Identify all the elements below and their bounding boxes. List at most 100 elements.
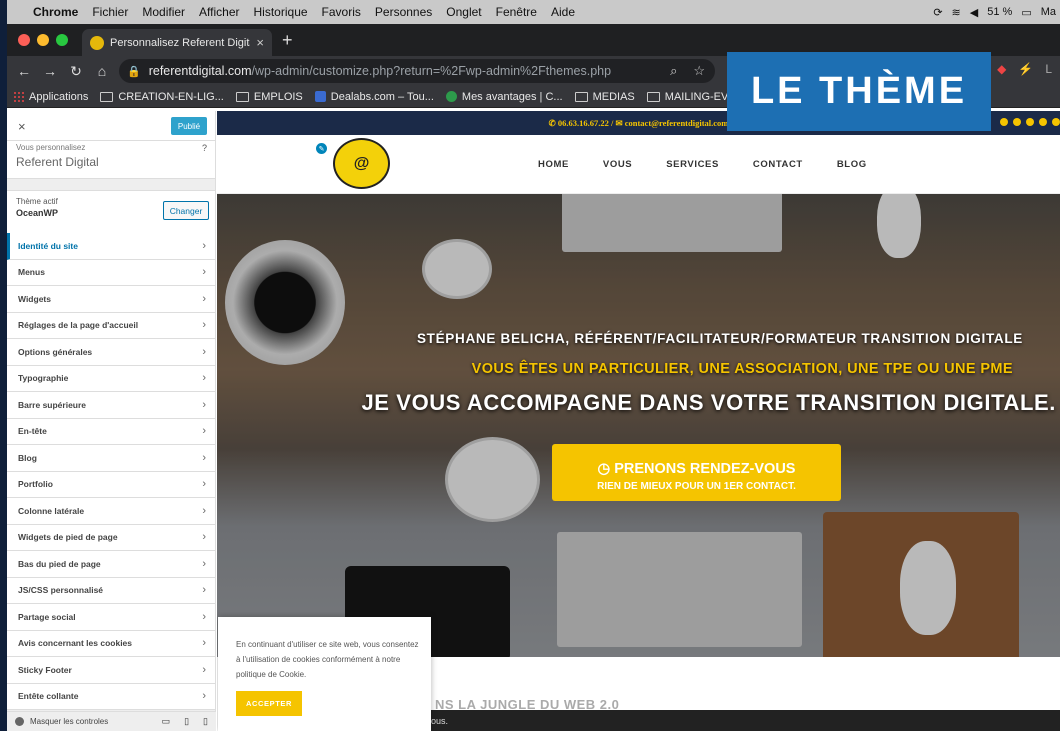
back-icon[interactable]: ← xyxy=(11,63,37,79)
menu-widgets[interactable]: Widgets › xyxy=(7,286,215,313)
desktop-preview-icon[interactable]: ▭ xyxy=(162,716,171,727)
volume-icon[interactable]: ◀ xyxy=(970,6,978,19)
nav-blog[interactable]: BLOG xyxy=(837,159,867,170)
linkedin-icon[interactable] xyxy=(1039,118,1047,126)
tab-close-icon[interactable]: × xyxy=(256,35,264,50)
menu-menus[interactable]: Menus › xyxy=(7,259,215,286)
chevron-right-icon: › xyxy=(202,345,206,358)
minimize-window-button[interactable] xyxy=(37,34,49,46)
forward-icon[interactable]: → xyxy=(37,63,63,79)
hero-title: STÉPHANE BELICHA, RÉFÉRENT/FACILITATEUR/… xyxy=(416,331,1023,346)
menu-fenetre[interactable]: Fenêtre xyxy=(496,5,537,19)
menu-onglet[interactable]: Onglet xyxy=(446,5,481,19)
bookmark-dealabs[interactable]: Dealabs.com – Tou... xyxy=(314,91,434,103)
edit-pencil-icon[interactable]: ✎ xyxy=(314,141,329,156)
social-icons xyxy=(1000,118,1060,126)
new-tab-button[interactable]: + xyxy=(282,30,293,51)
chevron-right-icon: › xyxy=(202,610,206,623)
menu-colonne-laterale[interactable]: Colonne latérale › xyxy=(7,498,215,525)
menu-js-css[interactable]: JS/CSS personnalisé › xyxy=(7,577,215,604)
help-icon[interactable]: ? xyxy=(202,143,207,153)
menu-en-tete[interactable]: En-tête › xyxy=(7,418,215,445)
menu-label: Blog xyxy=(18,452,37,463)
menu-barre-superieure[interactable]: Barre supérieure › xyxy=(7,392,215,419)
lock-icon[interactable]: 🔒 xyxy=(127,65,141,78)
bookmark-emplois[interactable]: EMPLOIS xyxy=(235,91,303,103)
menu-portfolio[interactable]: Portfolio › xyxy=(7,471,215,498)
extension-icon[interactable]: ◆ xyxy=(997,62,1006,76)
nav-vous[interactable]: VOUS xyxy=(603,159,632,170)
menu-modifier[interactable]: Modifier xyxy=(142,5,185,19)
clock[interactable]: Ma xyxy=(1041,6,1056,18)
menu-entete-collante[interactable]: Entête collante › xyxy=(7,683,215,710)
nav-services[interactable]: SERVICES xyxy=(666,159,719,170)
battery-label[interactable]: 51 % xyxy=(987,6,1012,18)
menu-label: Widgets de pied de page xyxy=(18,532,118,543)
cta-title: ◷ PRENONS RENDEZ-VOUS xyxy=(597,460,796,477)
menu-fichier[interactable]: Fichier xyxy=(92,5,128,19)
sync-icon[interactable]: ⟳ xyxy=(933,6,942,19)
menu-options-generales[interactable]: Options générales › xyxy=(7,339,215,366)
mobile-preview-icon[interactable]: ▯ xyxy=(203,716,208,727)
home-icon[interactable]: ⌂ xyxy=(89,63,115,79)
accept-cookies-button[interactable]: ACCEPTER xyxy=(236,691,302,716)
zoom-search-icon[interactable]: ⌕ xyxy=(670,63,677,79)
zoom-window-button[interactable] xyxy=(56,34,68,46)
browser-tab[interactable]: Personnalisez Referent Digital – × xyxy=(82,29,272,56)
bookmark-medias[interactable]: MEDIAS xyxy=(574,91,635,103)
menu-label: Avis concernant les cookies xyxy=(18,638,133,649)
customizer-footer: Masquer les controles ▭ ▯ ▯ xyxy=(7,711,216,731)
tab-title: Personnalisez Referent Digital – xyxy=(110,36,250,49)
bookmark-star-icon[interactable]: ☆ xyxy=(693,63,705,79)
menu-label: Typographie xyxy=(18,373,69,384)
site-logo[interactable]: @ xyxy=(333,138,390,189)
tablet-preview-icon[interactable]: ▯ xyxy=(184,716,189,727)
customizer-info: Vous personnalisez Referent Digital ? xyxy=(7,141,215,179)
menu-identite-du-site[interactable]: Identité du site › xyxy=(7,233,215,260)
contact-info[interactable]: ✆ 06.63.16.67.22 / ✉ contact@referentdig… xyxy=(549,118,729,129)
menu-favoris[interactable]: Favoris xyxy=(322,5,361,19)
menu-chrome[interactable]: Chrome xyxy=(33,5,78,19)
extension-bolt-icon[interactable]: ⚡ xyxy=(1018,62,1033,76)
publish-button[interactable]: Publié xyxy=(171,117,207,135)
menu-afficher[interactable]: Afficher xyxy=(199,5,239,19)
wifi-icon[interactable]: ≋ xyxy=(952,6,961,19)
menu-label: Identité du site xyxy=(18,240,78,251)
facebook-icon[interactable] xyxy=(1013,118,1021,126)
bookmark-avantages[interactable]: Mes avantages | C... xyxy=(445,91,563,103)
menu-reglages-accueil[interactable]: Réglages de la page d'accueil › xyxy=(7,312,215,339)
pinterest-icon[interactable] xyxy=(1026,118,1034,126)
cta-button[interactable]: ◷ PRENONS RENDEZ-VOUS RIEN DE MIEUX POUR… xyxy=(552,444,841,501)
reload-icon[interactable]: ↻ xyxy=(63,63,89,80)
menu-personnes[interactable]: Personnes xyxy=(375,5,432,19)
menu-typographie[interactable]: Typographie › xyxy=(7,365,215,392)
folder-icon xyxy=(235,91,249,102)
menu-bas-pied[interactable]: Bas du pied de page › xyxy=(7,551,215,578)
menu-historique[interactable]: Historique xyxy=(254,5,308,19)
profile-icon[interactable]: L xyxy=(1045,62,1052,76)
menu-sticky-footer[interactable]: Sticky Footer › xyxy=(7,657,215,684)
nav-home[interactable]: HOME xyxy=(538,159,569,170)
customizing-label: Vous personnalisez xyxy=(16,143,86,152)
menu-label: Colonne latérale xyxy=(18,505,85,516)
hide-controls-label[interactable]: Masquer les controles xyxy=(30,717,108,726)
address-bar[interactable]: 🔒 referentdigital.com/wp-admin/customize… xyxy=(119,59,715,83)
bookmark-creation[interactable]: CREATION-EN-LIG... xyxy=(100,91,224,103)
menu-widgets-pied[interactable]: Widgets de pied de page › xyxy=(7,524,215,551)
avantages-icon xyxy=(445,91,457,102)
change-theme-button[interactable]: Changer xyxy=(163,201,209,220)
hide-controls-icon[interactable] xyxy=(15,717,24,726)
menu-aide[interactable]: Aide xyxy=(551,5,575,19)
close-window-button[interactable] xyxy=(18,34,30,46)
menu-partage-social[interactable]: Partage social › xyxy=(7,604,215,631)
twitter-icon[interactable] xyxy=(1000,118,1008,126)
cookie-text: En continuant d'utiliser ce site web, vo… xyxy=(236,640,419,679)
menu-blog[interactable]: Blog › xyxy=(7,445,215,472)
chevron-right-icon: › xyxy=(202,663,206,676)
bookmark-applications[interactable]: Applications xyxy=(13,91,88,103)
nav-contact[interactable]: CONTACT xyxy=(753,159,803,170)
menu-avis-cookies[interactable]: Avis concernant les cookies › xyxy=(7,630,215,657)
chevron-right-icon: › xyxy=(202,637,206,650)
youtube-icon[interactable] xyxy=(1052,118,1060,126)
close-icon[interactable]: × xyxy=(18,119,26,134)
